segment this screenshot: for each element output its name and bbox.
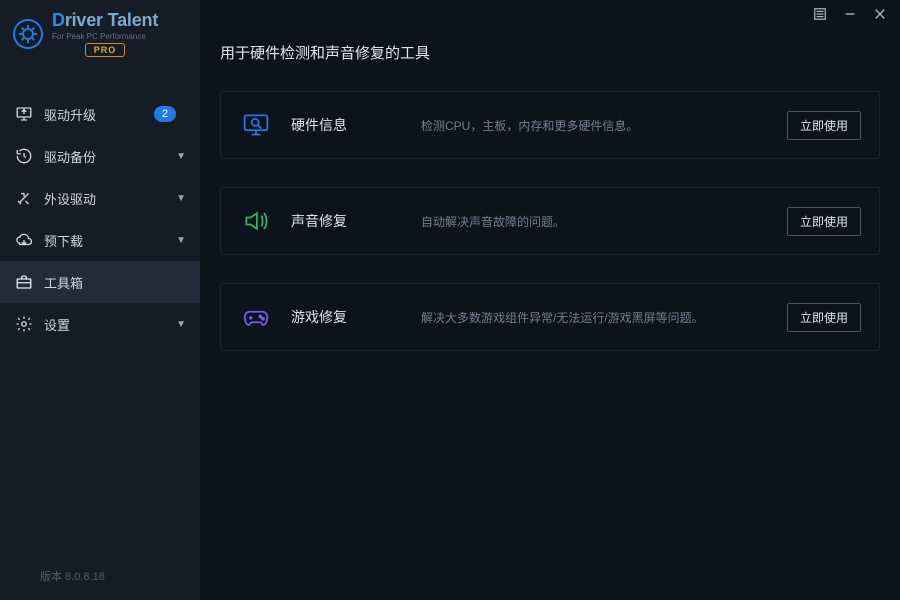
tool-name: 硬件信息 [291, 115, 371, 135]
sidebar-item-driver-backup[interactable]: 驱动备份 ▼ [0, 135, 200, 177]
sidebar-item-label: 外设驱动 [44, 189, 96, 208]
sidebar-item-driver-upgrade[interactable]: 驱动升级 2 [0, 93, 200, 135]
app-logo-text: Driver Talent For Peak PC Performance PR… [52, 10, 158, 57]
sidebar-item-label: 预下载 [44, 231, 83, 250]
sidebar-item-predownload[interactable]: 预下载 ▼ [0, 219, 200, 261]
sidebar-item-label: 设置 [44, 315, 70, 334]
sidebar-item-toolbox[interactable]: 工具箱 [0, 261, 200, 303]
sidebar-item-label: 工具箱 [44, 273, 83, 292]
sidebar-nav: 驱动升级 2 驱动备份 ▼ 外设驱动 ▼ [0, 93, 200, 345]
gear-icon [14, 315, 34, 333]
tool-description: 自动解决声音故障的问题。 [371, 213, 787, 230]
page-title: 用于硬件检测和声音修复的工具 [200, 28, 900, 91]
pro-badge: PRO [85, 43, 126, 57]
use-now-button[interactable]: 立即使用 [787, 207, 861, 236]
cloud-download-icon [14, 231, 34, 249]
chevron-down-icon: ▼ [176, 193, 186, 204]
brand-rest: river Talent [65, 10, 158, 30]
chevron-down-icon: ▼ [176, 319, 186, 330]
main-area: 用于硬件检测和声音修复的工具 硬件信息 检测CPU，主板，内存和更多硬件信息。 … [200, 0, 900, 600]
clock-back-icon [14, 147, 34, 165]
close-icon [873, 7, 887, 21]
tools-list: 硬件信息 检测CPU，主板，内存和更多硬件信息。 立即使用 声音修复 自动解决声… [200, 91, 900, 351]
speaker-icon [239, 207, 273, 235]
minimize-icon [843, 7, 857, 21]
gamepad-icon [239, 303, 273, 331]
menu-icon [813, 7, 827, 21]
chevron-down-icon: ▼ [176, 235, 186, 246]
sidebar-item-peripheral[interactable]: 外设驱动 ▼ [0, 177, 200, 219]
tool-name: 游戏修复 [291, 307, 371, 327]
monitor-up-icon [14, 105, 34, 123]
close-button[interactable] [868, 4, 892, 24]
version-label: 版本 8.0.8.18 [40, 568, 105, 584]
menu-button[interactable] [808, 4, 832, 24]
sidebar: Driver Talent For Peak PC Performance PR… [0, 0, 200, 600]
sidebar-item-label: 驱动升级 [44, 105, 96, 124]
tool-sound-repair: 声音修复 自动解决声音故障的问题。 立即使用 [220, 187, 880, 255]
monitor-search-icon [239, 111, 273, 139]
tool-name: 声音修复 [291, 211, 371, 231]
tool-description: 解决大多数游戏组件异常/无法运行/游戏黑屏等问题。 [371, 309, 787, 326]
sidebar-item-label: 驱动备份 [44, 147, 96, 166]
brand-first-letter: D [52, 10, 65, 30]
sidebar-item-settings[interactable]: 设置 ▼ [0, 303, 200, 345]
chevron-down-icon: ▼ [176, 151, 186, 162]
use-now-button[interactable]: 立即使用 [787, 303, 861, 332]
tool-hardware-info: 硬件信息 检测CPU，主板，内存和更多硬件信息。 立即使用 [220, 91, 880, 159]
minimize-button[interactable] [838, 4, 862, 24]
tool-game-repair: 游戏修复 解决大多数游戏组件异常/无法运行/游戏黑屏等问题。 立即使用 [220, 283, 880, 351]
use-now-button[interactable]: 立即使用 [787, 111, 861, 140]
toolbox-icon [14, 273, 34, 291]
tool-description: 检测CPU，主板，内存和更多硬件信息。 [371, 117, 787, 134]
gear-circle-icon [12, 18, 44, 50]
usb-icon [14, 189, 34, 207]
sidebar-badge: 2 [154, 106, 176, 122]
app-logo: Driver Talent For Peak PC Performance PR… [0, 0, 200, 63]
window-titlebar [200, 0, 900, 28]
brand-tagline: For Peak PC Performance [52, 32, 158, 41]
